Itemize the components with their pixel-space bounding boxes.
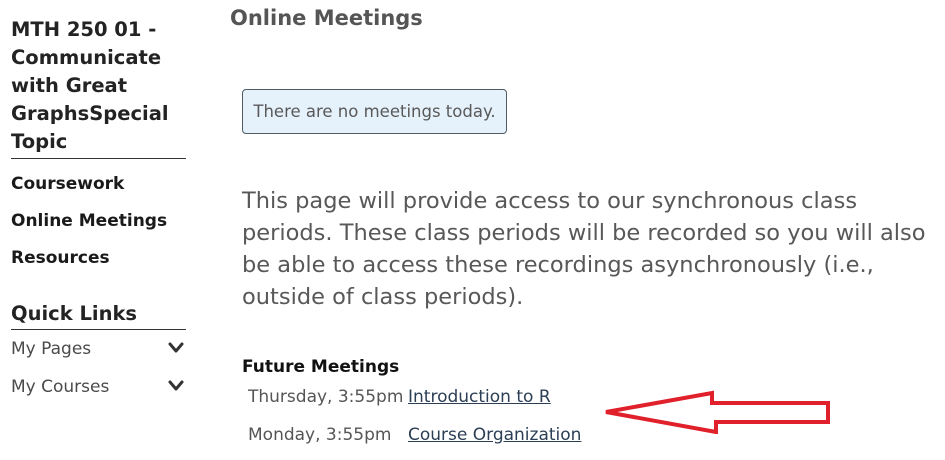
chevron-down-icon[interactable] [168,380,184,392]
no-meetings-alert: There are no meetings today. [242,89,507,134]
page-title: Online Meetings [230,6,423,30]
page-description: This page will provide access to our syn… [242,188,926,310]
meeting-time: Thursday, 3:55pm [248,387,404,407]
meeting-link-introduction-to-r[interactable]: Introduction to R [408,387,551,407]
future-meetings-heading: Future Meetings [242,357,400,377]
quick-link-label: My Pages [11,339,92,359]
quick-links-title: Quick Links [11,300,186,330]
quick-link-my-courses[interactable]: My Courses [11,368,186,406]
meeting-link-course-organization[interactable]: Course Organization [408,425,581,445]
meeting-time: Monday, 3:55pm [248,425,392,445]
course-nav: Coursework Online Meetings Resources [11,171,186,282]
sidebar: MTH 250 01 - Communicate with Great Grap… [11,16,186,406]
nav-item-resources[interactable]: Resources [11,245,186,282]
red-arrow-icon [605,390,830,434]
quick-link-label: My Courses [11,377,110,397]
nav-item-online-meetings[interactable]: Online Meetings [11,208,186,245]
chevron-down-icon[interactable] [168,342,184,354]
quick-link-my-pages[interactable]: My Pages [11,330,186,368]
course-title: MTH 250 01 - Communicate with Great Grap… [11,16,186,159]
nav-item-coursework[interactable]: Coursework [11,171,186,208]
